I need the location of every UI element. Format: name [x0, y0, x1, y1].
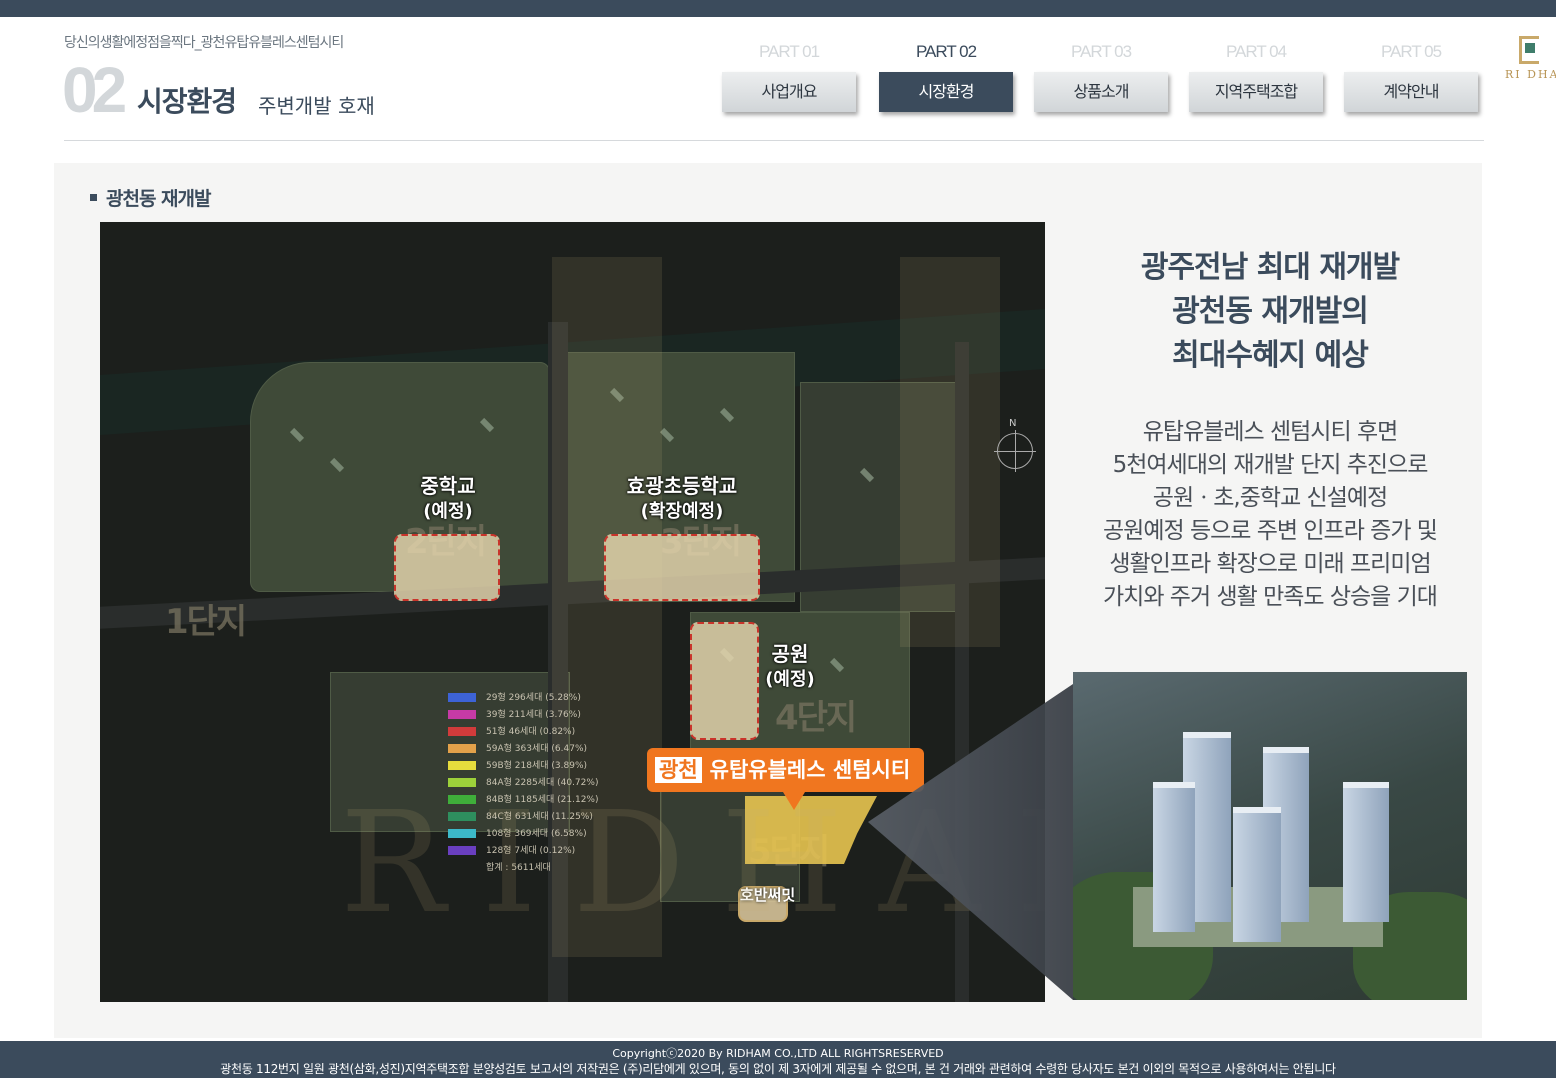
tab-button-market-environment[interactable]: 시장환경	[879, 72, 1013, 112]
park-zone	[690, 622, 759, 740]
tab-part-04[interactable]: PART 04 지역주택조합	[1189, 40, 1323, 115]
tab-button-contract-guide[interactable]: 계약안내	[1344, 72, 1478, 112]
park-status: (예정)	[765, 669, 815, 690]
elementary-school-label: 효광초등학교 (확장예정)	[608, 474, 756, 524]
bullet-square-icon	[90, 194, 97, 201]
description-line: 가치와 주거 생활 만족도 상승을 기대	[1103, 584, 1438, 610]
elementary-school-name: 효광초등학교	[626, 474, 738, 498]
ridham-logo-icon: RI DHAM	[1505, 36, 1556, 84]
elementary-school-zone	[604, 534, 760, 601]
legend-swatch	[448, 744, 476, 753]
document-subtitle: 당신의생활에정점을찍다_광천유탑유블레스센텀시티	[64, 35, 344, 51]
legend-row: 51형 46세대 (0.82%)	[448, 724, 598, 741]
description-line: 생활인프라 확장으로 미래 프리미엄	[1109, 551, 1431, 577]
tower	[1233, 807, 1281, 942]
middle-school-status: (예정)	[423, 501, 473, 522]
legend-count: 211세대	[508, 710, 543, 720]
tab-part-number: PART 01	[758, 42, 820, 61]
tab-button-product-intro[interactable]: 상품소개	[1034, 72, 1168, 112]
legend-swatch	[448, 761, 476, 770]
top-bar	[0, 0, 1556, 17]
legend-row: 59B형 218세대 (3.89%)	[448, 758, 598, 775]
tab-part-number: PART 02	[915, 42, 977, 61]
middle-school-label: 중학교 (예정)	[412, 474, 484, 524]
description: 유탑유블레스 센텀시티 후면 5천여세대의 재개발 단지 추진으로 공원ㆍ초,중…	[1060, 416, 1480, 614]
legend-type: 51형	[486, 727, 506, 737]
tab-part-number: PART 04	[1225, 42, 1287, 61]
tab-part-03[interactable]: PART 03 상품소개	[1034, 40, 1168, 115]
logo-mark-icon	[1519, 36, 1539, 64]
projection-beam	[868, 684, 1073, 1000]
legend-count: 46세대	[508, 727, 537, 737]
headline: 광주전남 최대 재개발 광천동 재개발의 최대수혜지 예상	[1070, 246, 1470, 378]
elementary-school-status: (확장예정)	[640, 501, 724, 522]
part-navigation: PART 01 사업개요 PART 02 시장환경 PART 03 상품소개 P…	[722, 40, 1482, 120]
legend-pct: (5.28%)	[545, 693, 581, 703]
headline-line-2: 광천동 재개발의	[1172, 294, 1369, 329]
legend-pct: (3.76%)	[545, 710, 581, 720]
middle-school-zone	[394, 534, 500, 601]
headline-line-1: 광주전남 최대 재개발	[1140, 250, 1400, 285]
description-line: 5천여세대의 재개발 단지 추진으로	[1112, 452, 1429, 478]
legend-swatch	[448, 727, 476, 736]
legend-count: 218세대	[514, 761, 549, 771]
park-label: 공원 (예정)	[760, 642, 820, 692]
danji-4-label: 4단지	[775, 698, 857, 738]
headline-line-3: 최대수혜지 예상	[1172, 338, 1369, 373]
middle-school-name: 중학교	[420, 474, 476, 498]
north-arrow-icon	[994, 430, 1036, 472]
description-line: 공원ㆍ초,중학교 신설예정	[1152, 485, 1388, 511]
bullet-title-text: 광천동 재개발	[106, 188, 211, 210]
copyright-notice: 광천동 112번지 일원 광천(삼화,성진)지역주택조합 분양성검토 보고서의 …	[220, 1062, 1336, 1076]
legend-type: 59B형	[486, 761, 512, 771]
park-name: 공원	[771, 642, 809, 666]
tab-button-regional-housing-union[interactable]: 지역주택조합	[1189, 72, 1323, 112]
footer: Copyrightⓒ2020 By RIDHAM CO.,LTD ALL RIG…	[0, 1041, 1556, 1078]
legend-row: 59A형 363세대 (6.47%)	[448, 741, 598, 758]
tab-part-number: PART 03	[1070, 42, 1132, 61]
legend-swatch	[448, 710, 476, 719]
header-divider	[64, 140, 1484, 141]
tab-part-05[interactable]: PART 05 계약안내	[1344, 40, 1478, 115]
tab-part-02[interactable]: PART 02 시장환경	[879, 40, 1013, 115]
legend-pct: (6.47%)	[551, 744, 588, 754]
legend-type: 59A형	[486, 744, 512, 754]
danji-1-label: 1단지	[165, 602, 247, 642]
legend-count: 296세대	[508, 693, 543, 703]
description-line: 공원예정 등으로 주변 인프라 증가 및	[1103, 518, 1438, 544]
legend-type: 39형	[486, 710, 506, 720]
legend-pct: (0.82%)	[539, 727, 576, 737]
section-title: 시장환경	[137, 85, 237, 118]
tab-part-number: PART 05	[1380, 42, 1442, 61]
section-number: 02	[62, 54, 127, 126]
legend-pct: (3.89%)	[551, 761, 588, 771]
tower	[1153, 782, 1195, 932]
legend-swatch	[448, 693, 476, 702]
description-line: 유탑유블레스 센텀시티 후면	[1142, 419, 1399, 445]
tab-part-01[interactable]: PART 01 사업개요	[722, 40, 856, 115]
watermark-shape	[900, 257, 1000, 647]
north-label: N	[1009, 418, 1017, 429]
bullet-title: 광천동 재개발	[90, 184, 211, 211]
building-rendering	[1073, 672, 1467, 1000]
legend-type: 29형	[486, 693, 506, 703]
legend-count: 363세대	[514, 744, 549, 754]
copyright: Copyrightⓒ2020 By RIDHAM CO.,LTD ALL RIG…	[612, 1047, 944, 1060]
callout-tag: 광천	[655, 757, 702, 783]
legend-row: 39형 211세대 (3.76%)	[448, 707, 598, 724]
legend-row: 29형 296세대 (5.28%)	[448, 690, 598, 707]
tower	[1343, 782, 1389, 922]
logo-text: RI DHAM	[1505, 68, 1556, 81]
tab-button-business-overview[interactable]: 사업개요	[722, 72, 856, 112]
section-subtitle: 주변개발 호재	[258, 94, 375, 118]
